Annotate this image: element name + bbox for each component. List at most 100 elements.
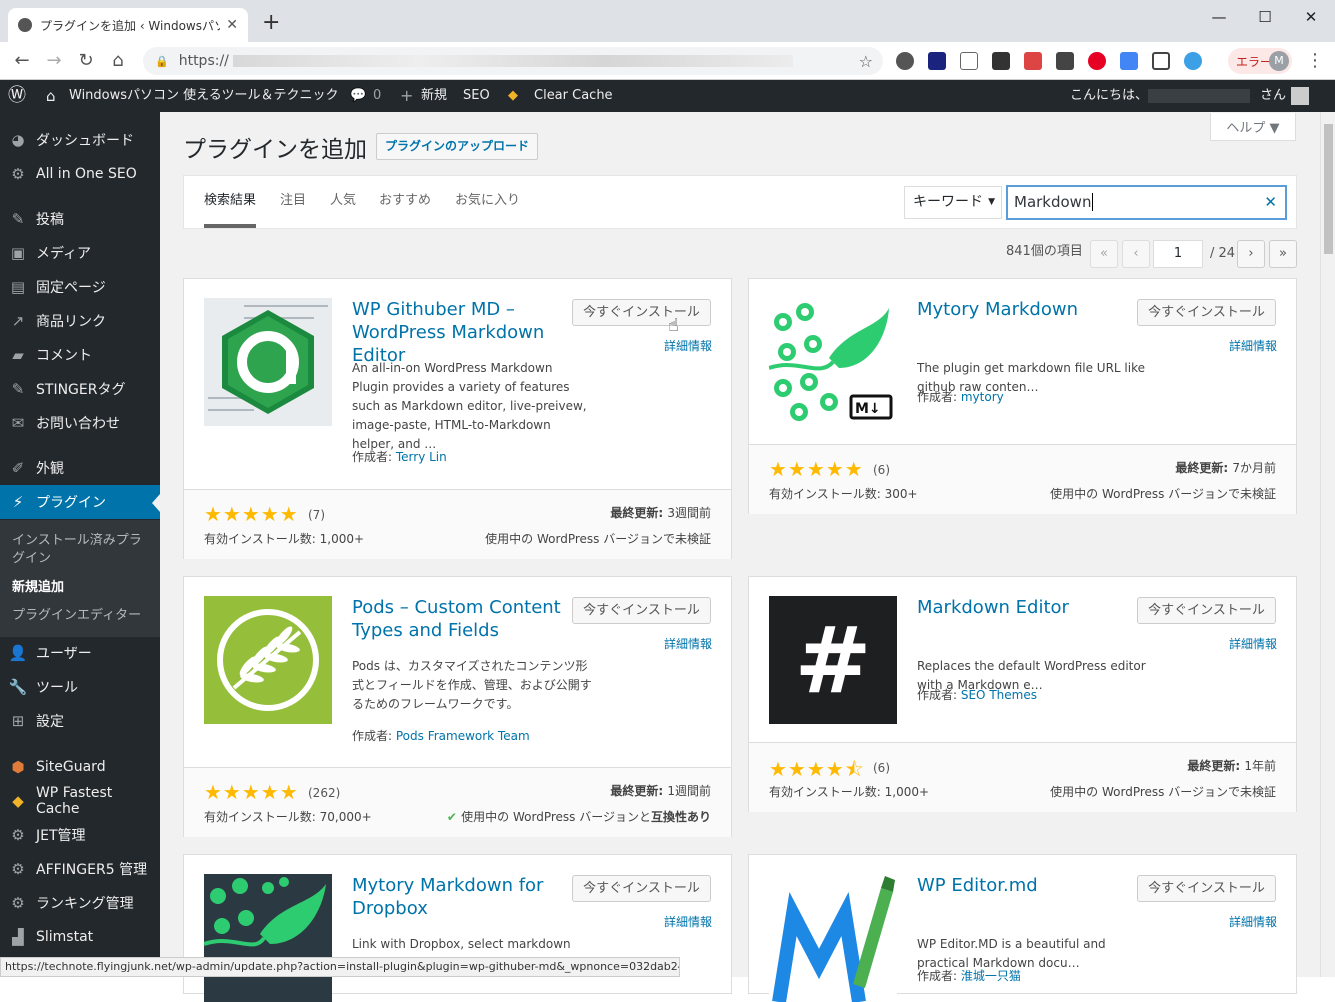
install-now-button[interactable]: 今すぐインストール [1137, 299, 1276, 326]
plugin-description: Pods は、カスタマイズされたコンテンツ形式とフィールドを作成、管理、および公… [352, 659, 592, 711]
comment-icon[interactable]: 💬 [350, 80, 366, 112]
maximize-button[interactable]: ☐ [1242, 4, 1288, 30]
profile-avatar[interactable]: M [1269, 51, 1289, 71]
menu-product-links[interactable]: ↗ 商品リンク [0, 304, 160, 338]
author-link[interactable]: SEO Themes [961, 688, 1037, 702]
plugin-name-link[interactable]: WP Githuber MD – WordPress Markdown Edit… [352, 298, 592, 367]
more-details-link[interactable]: 詳細情報 [664, 337, 712, 354]
menu-settings[interactable]: ⊞ 設定 [0, 704, 160, 738]
new-tab-button[interactable]: + [262, 12, 280, 34]
author-link[interactable]: Pods Framework Team [396, 729, 530, 743]
more-details-link[interactable]: 詳細情報 [664, 635, 712, 652]
browser-menu-icon[interactable]: ⋮ [1306, 50, 1324, 71]
menu-siteguard[interactable]: ⬢ SiteGuard [0, 750, 160, 784]
scrollbar-thumb[interactable] [1324, 124, 1333, 254]
menu-wp-fastest-cache[interactable]: ◆ WP Fastest Cache [0, 784, 160, 818]
author-link[interactable]: mytory [961, 390, 1004, 404]
more-details-link[interactable]: 詳細情報 [664, 913, 712, 930]
extension-icon[interactable] [1056, 52, 1074, 70]
menu-contact[interactable]: ✉ お問い合わせ [0, 406, 160, 440]
install-now-button[interactable]: 今すぐインストール [572, 875, 711, 902]
extension-icon[interactable] [1184, 52, 1202, 70]
extension-icon[interactable] [992, 52, 1010, 70]
tab-close-icon[interactable]: ✕ [226, 17, 238, 33]
plugin-name-link[interactable]: Markdown Editor [917, 596, 1157, 619]
tab-popular[interactable]: 人気 [330, 176, 356, 228]
last-page-button[interactable]: » [1269, 240, 1297, 268]
extension-icon[interactable] [960, 52, 978, 70]
install-now-button[interactable]: 今すぐインストール [572, 597, 711, 624]
submenu-plugin-editor[interactable]: プラグインエディター [12, 607, 152, 625]
clear-cache-link[interactable]: Clear Cache [534, 80, 613, 112]
submenu-installed-plugins[interactable]: インストール済みプラグイン [12, 532, 152, 568]
plugin-name-link[interactable]: Pods – Custom Content Types and Fields [352, 596, 592, 642]
plugin-name-link[interactable]: WP Editor.md [917, 874, 1157, 897]
extension-icon[interactable] [1120, 52, 1138, 70]
current-page-input[interactable]: 1 [1153, 240, 1203, 268]
close-window-button[interactable]: ✕ [1288, 4, 1334, 30]
author-link[interactable]: Terry Lin [396, 450, 447, 464]
page-scrollbar[interactable] [1320, 112, 1335, 977]
menu-all-in-one-seo[interactable]: ⚙ All in One SEO [0, 157, 160, 191]
tab-featured[interactable]: 注目 [280, 176, 306, 228]
menu-slimstat[interactable]: ▟ Slimstat [0, 920, 160, 954]
more-details-link[interactable]: 詳細情報 [1229, 635, 1277, 652]
user-avatar[interactable] [1291, 87, 1309, 105]
menu-pages[interactable]: ▤ 固定ページ [0, 270, 160, 304]
tab-search-results[interactable]: 検索結果 [204, 176, 257, 228]
more-details-link[interactable]: 詳細情報 [1229, 337, 1277, 354]
menu-jet[interactable]: ⚙ JET管理 [0, 818, 160, 852]
extension-icon[interactable] [896, 52, 914, 70]
wordpress-favicon-icon [18, 18, 32, 32]
pinterest-icon[interactable] [1088, 52, 1106, 70]
menu-ranking[interactable]: ⚙ ランキング管理 [0, 886, 160, 920]
extension-icon[interactable] [1024, 52, 1042, 70]
tab-recommended[interactable]: おすすめ [379, 176, 431, 228]
menu-stinger-tags[interactable]: ✎ STINGERタグ [0, 372, 160, 406]
menu-users[interactable]: 👤 ユーザー [0, 636, 160, 670]
wordpress-logo-icon[interactable]: Ⓦ [8, 80, 26, 112]
greeting[interactable]: こんにちは、 [1070, 80, 1148, 112]
plugin-name-link[interactable]: Mytory Markdown [917, 298, 1157, 321]
minimize-button[interactable]: — [1196, 4, 1242, 30]
menu-appearance[interactable]: ✐ 外観 [0, 451, 160, 485]
help-button[interactable]: ヘルプ ▼ [1210, 113, 1296, 141]
total-pages: / 24 [1210, 246, 1236, 261]
menu-tools[interactable]: 🔧 ツール [0, 670, 160, 704]
browser-tab[interactable]: プラグインを追加 ‹ Windowsパソコン ✕ [8, 8, 248, 42]
menu-plugins[interactable]: ⚡ プラグイン [0, 485, 160, 519]
forward-arrow-icon[interactable]: → [42, 49, 66, 73]
menu-media[interactable]: ▣ メディア [0, 236, 160, 270]
next-page-button[interactable]: › [1237, 240, 1265, 268]
upload-plugin-button[interactable]: プラグインのアップロード [376, 133, 539, 160]
menu-dashboard[interactable]: ◕ ダッシュボード [0, 123, 160, 157]
author-link[interactable]: 淮城一只猫 [961, 969, 1021, 983]
install-now-button[interactable]: 今すぐインストール [1137, 875, 1276, 902]
clear-search-icon[interactable]: ✕ [1264, 187, 1277, 218]
error-badge[interactable]: エラー M [1228, 48, 1292, 74]
plugin-name-link[interactable]: Mytory Markdown for Dropbox [352, 874, 592, 920]
submenu-add-new[interactable]: 新規追加 [12, 579, 152, 597]
extension-icon[interactable] [928, 52, 946, 70]
back-arrow-icon[interactable]: ← [10, 49, 34, 73]
search-input[interactable]: Markdown ✕ [1006, 185, 1287, 220]
more-details-link[interactable]: 詳細情報 [1229, 913, 1277, 930]
seo-link[interactable]: SEO [463, 80, 490, 112]
install-now-button[interactable]: 今すぐインストール [1137, 597, 1276, 624]
reload-icon[interactable]: ↻ [74, 49, 98, 73]
settings-icon: ⊞ [11, 712, 25, 730]
site-name[interactable]: Windowsパソコン 使えるツール＆テクニック [69, 80, 339, 112]
menu-affinger5[interactable]: ⚙ AFFINGER5 管理 [0, 852, 160, 886]
author-prefix: 作成者: [352, 729, 396, 743]
search-type-select[interactable]: キーワード ▼ [904, 186, 1002, 219]
bookmark-star-icon[interactable]: ☆ [859, 52, 873, 71]
address-bar[interactable]: 🔒 https:// ☆ [143, 47, 883, 75]
new-content-link[interactable]: 新規 [421, 80, 447, 112]
pocket-icon[interactable] [1152, 52, 1170, 70]
tab-favorites[interactable]: お気に入り [455, 176, 520, 228]
home-icon[interactable]: ⌂ [106, 49, 130, 73]
install-now-button[interactable]: 今すぐインストール [572, 299, 711, 326]
dashboard-icon: ◕ [11, 131, 25, 149]
menu-comments[interactable]: ▰ コメント [0, 338, 160, 372]
menu-posts[interactable]: ✎ 投稿 [0, 202, 160, 236]
